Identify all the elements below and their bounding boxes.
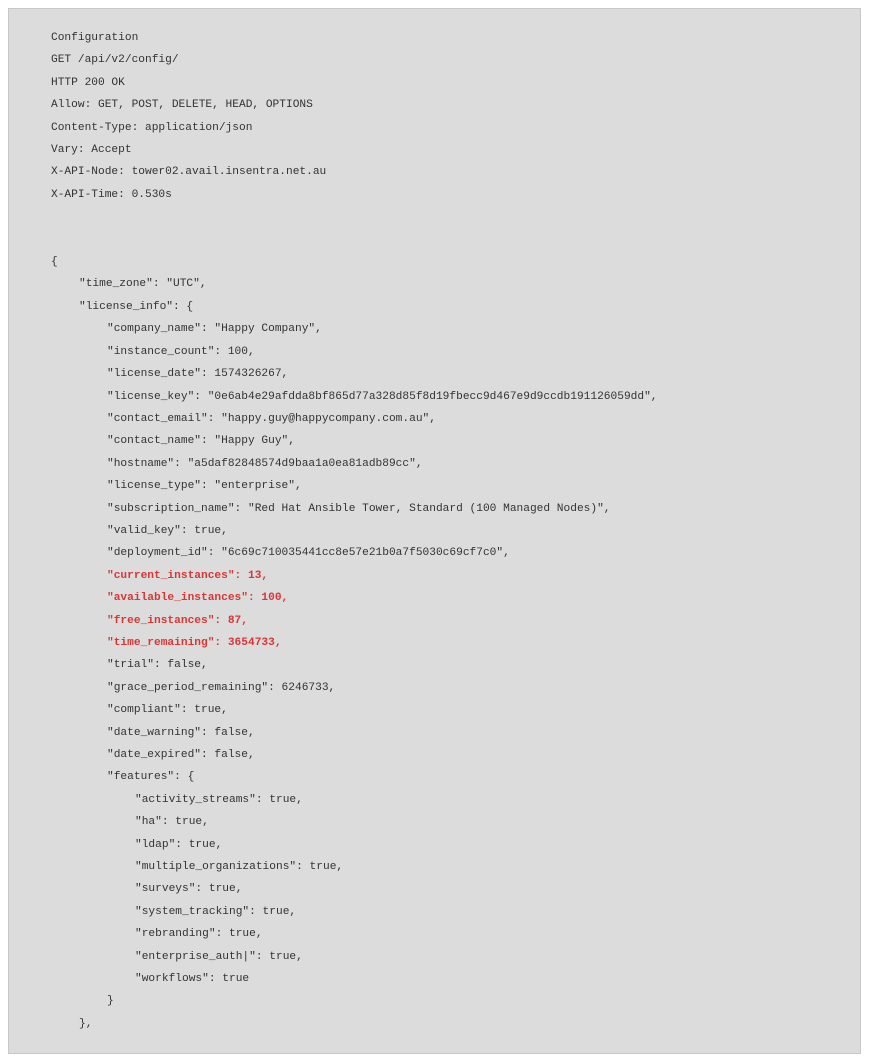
json-license-info-close: },	[51, 1013, 838, 1035]
json-ha: "ha": true,	[51, 811, 838, 833]
json-contact-email: "contact_email": "happy.guy@happycompany…	[51, 408, 838, 430]
header-request: GET /api/v2/config/	[51, 49, 838, 71]
json-time-zone: "time_zone": "UTC",	[51, 273, 838, 295]
json-trial: "trial": false,	[51, 654, 838, 676]
json-workflows: "workflows": true	[51, 968, 838, 990]
header-api-time: X-API-Time: 0.530s	[51, 184, 838, 206]
json-free-instances: "free_instances": 87,	[51, 610, 838, 632]
json-multiple-organizations: "multiple_organizations": true,	[51, 856, 838, 878]
json-ldap: "ldap": true,	[51, 834, 838, 856]
header-content-type: Content-Type: application/json	[51, 117, 838, 139]
blank-line	[51, 206, 838, 228]
json-activity-streams: "activity_streams": true,	[51, 789, 838, 811]
json-available-instances: "available_instances": 100,	[51, 587, 838, 609]
json-enterprise-auth: "enterprise_auth|": true,	[51, 946, 838, 968]
api-response-block: ConfigurationGET /api/v2/config/HTTP 200…	[8, 8, 861, 1054]
json-deployment-id: "deployment_id": "6c69c710035441cc8e57e2…	[51, 542, 838, 564]
blank-line	[51, 229, 838, 251]
json-current-instances: "current_instances": 13,	[51, 565, 838, 587]
json-compliant: "compliant": true,	[51, 699, 838, 721]
header-vary: Vary: Accept	[51, 139, 838, 161]
json-license-type: "license_type": "enterprise",	[51, 475, 838, 497]
json-license-key: "license_key": "0e6ab4e29afdda8bf865d77a…	[51, 386, 838, 408]
json-license-date: "license_date": 1574326267,	[51, 363, 838, 385]
json-features-close: }	[51, 990, 838, 1012]
json-grace-period-remaining: "grace_period_remaining": 6246733,	[51, 677, 838, 699]
json-surveys: "surveys": true,	[51, 878, 838, 900]
json-contact-name: "contact_name": "Happy Guy",	[51, 430, 838, 452]
json-date-expired: "date_expired": false,	[51, 744, 838, 766]
json-system-tracking: "system_tracking": true,	[51, 901, 838, 923]
header-allow: Allow: GET, POST, DELETE, HEAD, OPTIONS	[51, 94, 838, 116]
json-rebranding: "rebranding": true,	[51, 923, 838, 945]
json-hostname: "hostname": "a5daf82848574d9baa1a0ea81ad…	[51, 453, 838, 475]
json-instance-count: "instance_count": 100,	[51, 341, 838, 363]
json-license-info-open: "license_info": {	[51, 296, 838, 318]
json-valid-key: "valid_key": true,	[51, 520, 838, 542]
json-date-warning: "date_warning": false,	[51, 722, 838, 744]
header-title: Configuration	[51, 27, 838, 49]
json-open-brace: {	[51, 251, 838, 273]
header-api-node: X-API-Node: tower02.avail.insentra.net.a…	[51, 161, 838, 183]
json-time-remaining: "time_remaining": 3654733,	[51, 632, 838, 654]
json-features-open: "features": {	[51, 766, 838, 788]
json-subscription-name: "subscription_name": "Red Hat Ansible To…	[51, 498, 838, 520]
json-company-name: "company_name": "Happy Company",	[51, 318, 838, 340]
header-status: HTTP 200 OK	[51, 72, 838, 94]
